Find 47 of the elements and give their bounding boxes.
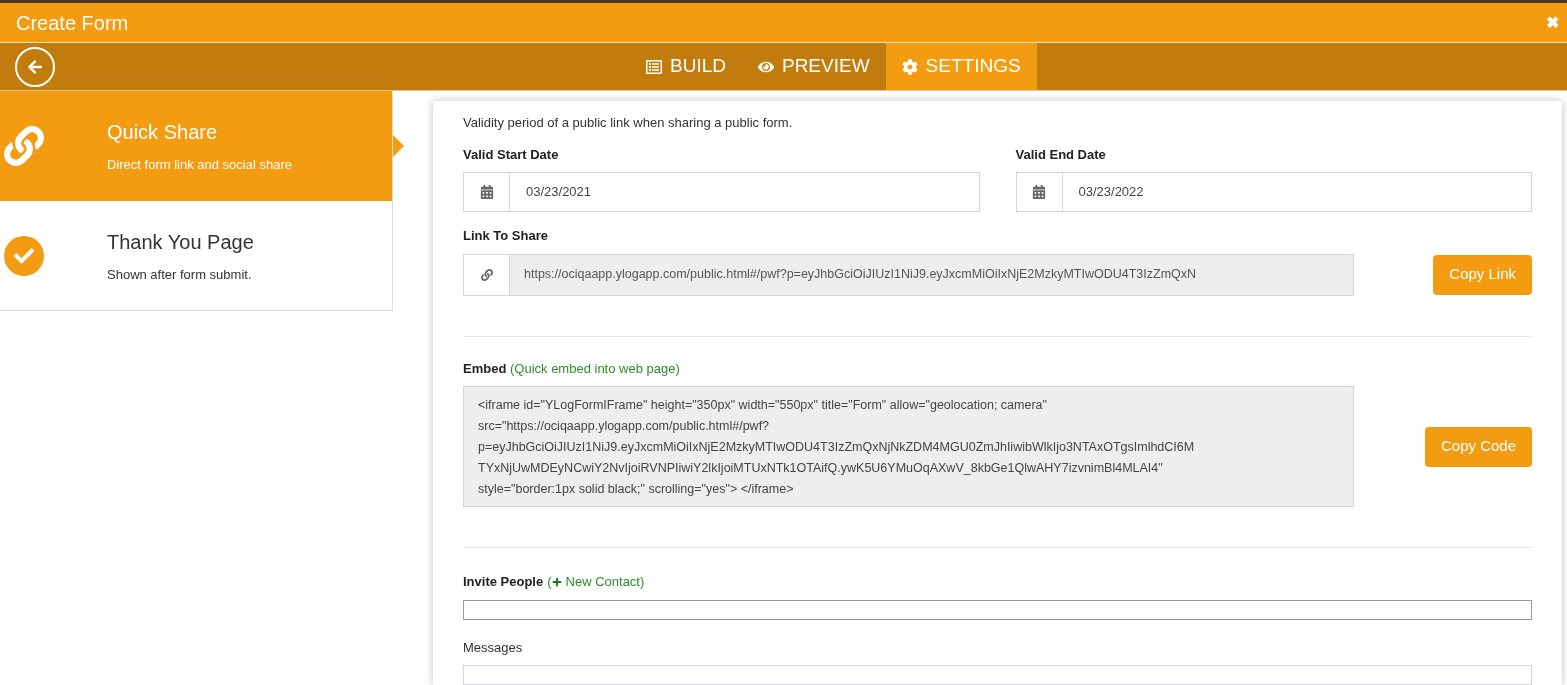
date-field[interactable]: 03/23/2021: [463, 172, 980, 212]
link-value: https://ociqaapp.ylogapp.com/public.html#/pwf?p=eyJhbGciOiJIUzI1NiJ9.eyJxcmMiOiIxNjE2MzkyMTIwODU4T3IzZmQxN: [523, 266, 1197, 284]
calendar-icon: [479, 185, 494, 199]
item-title: Quick Share: [107, 120, 219, 146]
embed-code-line: style="border:1px solid black;" scrolling="yes"> </iframe>: [478, 481, 795, 498]
nav-tab[interactable]: SETTINGS: [885, 43, 1037, 90]
back-button[interactable]: [15, 46, 55, 87]
field-label: Messages: [463, 638, 524, 657]
copy-code-button[interactable]: Copy Code: [1424, 426, 1532, 467]
item-title: Thank You Page: [107, 229, 254, 255]
new-contact-link[interactable]: New Contact: [551, 572, 640, 592]
window-title: Create Form: [16, 10, 129, 36]
paren-text: (: [547, 573, 552, 591]
date-value: 03/23/2022: [1077, 183, 1145, 202]
field-label: Valid Start Date: [463, 145, 560, 164]
list-icon: [646, 58, 662, 75]
date-value: 03/23/2021: [525, 183, 593, 202]
field-label: Valid End Date: [1015, 145, 1107, 164]
back-arrow-icon: [27, 58, 43, 75]
intro-text: Validity period of a public link when sharing a public form.: [463, 114, 794, 132]
embed-code-line: <iframe id="YLogFormIFrame" height="350px" width="550px" title="Form" allow="geolocation; camera": [478, 397, 1048, 414]
embed-code-line: src="https://ociqaapp.ylogapp.com/public.html#/pwf?: [478, 418, 771, 435]
date-field[interactable]: 03/23/2022: [1015, 172, 1532, 212]
paren-text: ): [639, 573, 645, 591]
invite-field[interactable]: [463, 599, 1532, 620]
copy-link-button[interactable]: Copy Link: [1433, 254, 1532, 295]
chain-link-icon: [3, 126, 44, 166]
calendar-icon: [1032, 185, 1046, 199]
item-subtitle: Direct form link and social share: [107, 156, 292, 175]
embed-hint: (Quick embed into web page): [509, 360, 680, 376]
sidebar-item[interactable]: Thank You Page Shown after form submit.: [0, 201, 393, 311]
sidebar-item[interactable]: Quick Share Direct form link and social share: [0, 91, 393, 201]
messages-field[interactable]: [463, 665, 1532, 685]
field-label: Embed: [463, 360, 507, 376]
pointer-arrow: [393, 135, 404, 157]
embed-code-line: p=eyJhbGciOiJIUzI1NiJ9.eyJxcmMiOiIxNjE2MzkyMTIwODU4T3IzZmQxNjNkZDM4MGU0ZmJhIiwibWlkIjo3NTAxOTgsImlhdCI6M: [478, 439, 1196, 456]
field-label: Invite People: [463, 573, 544, 591]
link-field[interactable]: https://ociqaapp.ylogapp.com/public.html#/pwf?p=eyJhbGciOiJIUzI1NiJ9.eyJxcmMiOiIxNjE2MzkyMTIwODU4T3IzZmQxN: [463, 253, 1354, 296]
embed-code-line: TYxNjUwMDEyNCwiY2NvIjoiRVNPIiwiY2lkIjoiMTUxNTk1OTAifQ.ywK5U6YMuOqAXwV_8kbGe1QlwAHY7izvnimBl4MLAI4": [478, 460, 1164, 477]
nav-tab[interactable]: PREVIEW: [741, 43, 886, 90]
nav-tab[interactable]: BUILD: [630, 43, 742, 90]
item-subtitle: Shown after form submit.: [107, 265, 253, 284]
field-label: Link To Share: [463, 227, 549, 245]
plus-icon: [551, 576, 562, 587]
link-icon: [480, 268, 493, 281]
close-button[interactable]: ✖: [1546, 10, 1559, 35]
gear-icon: [901, 58, 918, 75]
